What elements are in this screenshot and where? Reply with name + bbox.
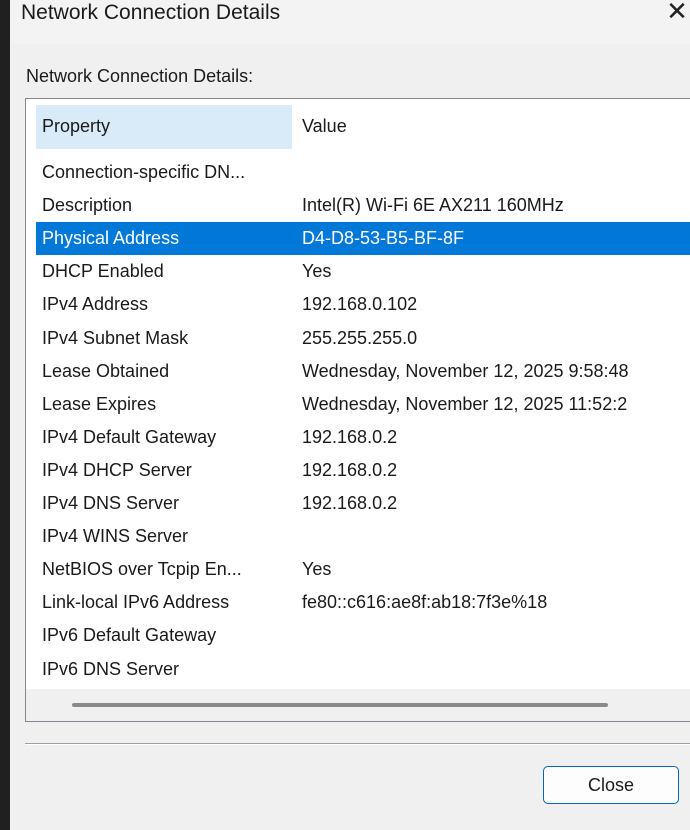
property-cell: Lease Obtained: [42, 360, 170, 381]
table-row[interactable]: Link-local IPv6 Address fe80::c616:ae8f:a…: [36, 586, 690, 619]
value-cell: Intel(R) Wi-Fi 6E AX211 160MHz: [302, 195, 564, 216]
property-cell: IPv4 WINS Server: [42, 526, 189, 547]
table-row[interactable]: NetBIOS over Tcpip En... Yes: [36, 553, 690, 586]
details-group-label: Network Connection Details:: [26, 66, 254, 86]
table-row[interactable]: DHCP Enabled Yes: [36, 255, 690, 288]
property-cell: Description: [42, 195, 133, 216]
table-row[interactable]: Physical Address D4-D8-53-B5-BF-8F: [36, 222, 690, 256]
column-header-value-label: Value: [302, 116, 347, 136]
column-header-property-label: Property: [42, 116, 111, 136]
table-row[interactable]: Description Intel(R) Wi-Fi 6E AX211 160MH…: [36, 189, 690, 222]
value-cell: 255.255.255.0: [302, 327, 418, 348]
value-cell: Wednesday, November 12, 2025 11:52:2: [302, 393, 628, 414]
column-header-value[interactable]: Value: [296, 105, 690, 149]
table-row[interactable]: IPv6 DNS Server: [36, 653, 690, 686]
table-row[interactable]: Lease Expires Wednesday, November 12, 202…: [36, 388, 690, 421]
property-cell: IPv6 DNS Server: [42, 658, 180, 679]
property-cell: IPv4 Default Gateway: [42, 426, 217, 447]
value-cell: 192.168.0.102: [302, 294, 418, 315]
window-title: Network Connection Details: [21, 1, 281, 24]
value-cell: fe80::c616:ae8f:ab18:7f3e%18: [302, 592, 548, 613]
horizontal-scrollbar[interactable]: [26, 689, 690, 721]
property-cell: Lease Expires: [42, 393, 157, 414]
property-cell: Link-local IPv6 Address: [42, 592, 230, 613]
property-cell: IPv4 DHCP Server: [42, 459, 192, 480]
property-cell: IPv4 DNS Server: [42, 493, 180, 513]
list-header: Property Value: [26, 105, 690, 149]
value-cell: Yes: [302, 559, 332, 580]
property-cell: Physical Address: [42, 228, 180, 249]
property-cell: IPv4 Subnet Mask: [42, 327, 189, 348]
scrollbar-thumb[interactable]: [72, 703, 608, 707]
table-row[interactable]: IPv4 Subnet Mask 255.255.255.0: [36, 322, 690, 355]
value-cell: Wednesday, November 12, 2025 9:58:48: [302, 360, 629, 381]
details-list-view[interactable]: Property Value Connection-specific DN...…: [25, 98, 690, 722]
property-cell: DHCP Enabled: [42, 261, 164, 282]
value-cell: 192.168.0.2: [302, 493, 398, 513]
property-cell: IPv6 Default Gateway: [42, 625, 217, 646]
value-cell: Yes: [302, 261, 332, 282]
table-row[interactable]: IPv4 WINS Server: [36, 520, 690, 553]
title-bar[interactable]: Network Connection Details ✕: [10, 0, 690, 44]
value-cell: 192.168.0.2: [302, 426, 398, 447]
table-row[interactable]: IPv4 Default Gateway 192.168.0.2: [36, 421, 690, 454]
value-cell: 192.168.0.2: [302, 459, 398, 480]
property-cell: IPv4 Address: [42, 294, 149, 315]
property-cell: Connection-specific DN...: [42, 162, 246, 182]
separator: [25, 743, 690, 745]
close-button[interactable]: Close: [543, 766, 679, 804]
column-header-property[interactable]: Property: [36, 105, 292, 149]
table-row[interactable]: IPv4 DNS Server 192.168.0.2: [36, 487, 690, 520]
table-row[interactable]: IPv6 Default Gateway: [36, 619, 690, 652]
table-row[interactable]: IPv4 Address 192.168.0.102: [36, 288, 690, 321]
value-cell: D4-D8-53-B5-BF-8F: [302, 228, 465, 249]
close-icon[interactable]: ✕: [662, 0, 690, 28]
table-row[interactable]: Connection-specific DN...: [36, 156, 690, 189]
property-cell: NetBIOS over Tcpip En...: [42, 559, 242, 580]
table-row[interactable]: Lease Obtained Wednesday, November 12, 20…: [36, 355, 690, 388]
table-row[interactable]: IPv4 DHCP Server 192.168.0.2: [36, 454, 690, 487]
network-connection-details-dialog: Network Connection Details ✕ Network Con…: [10, 0, 690, 830]
